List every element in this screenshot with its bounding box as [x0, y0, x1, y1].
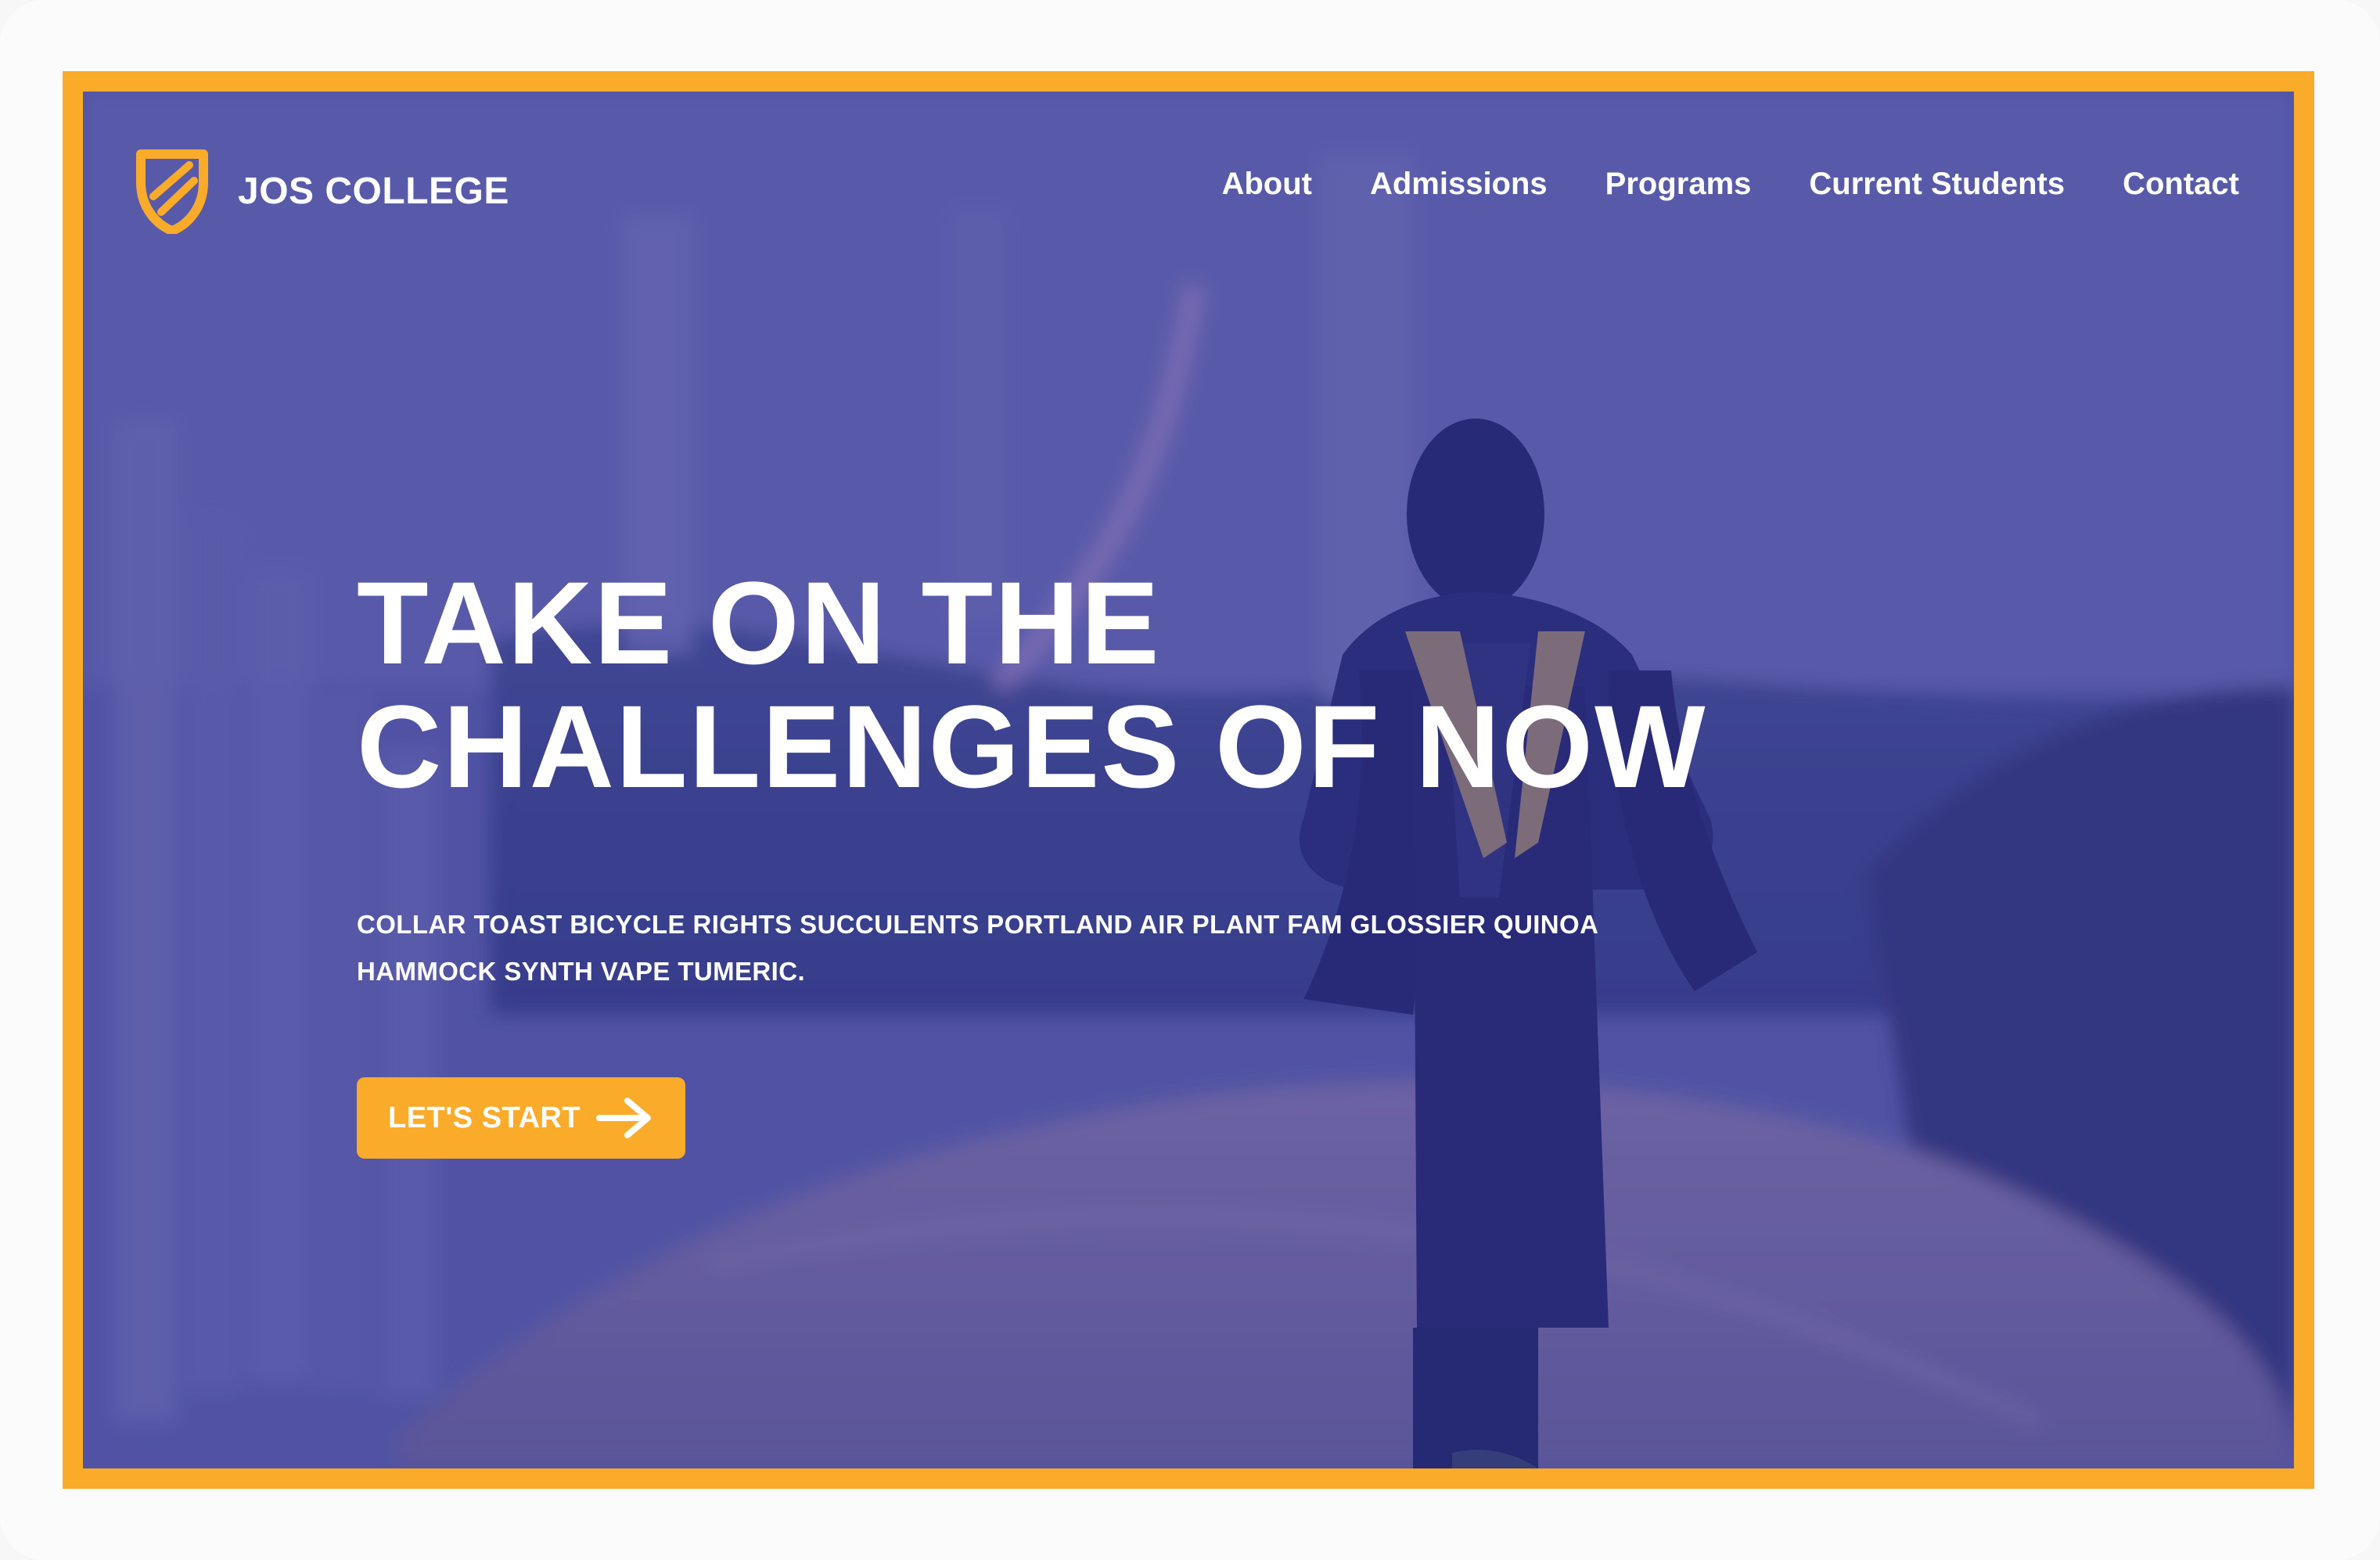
- brand-name: JOS COLLEGE: [238, 170, 509, 212]
- hero-headline: TAKE ON THE CHALLENGES OF NOW: [357, 561, 1843, 808]
- lets-start-button[interactable]: LET'S START: [357, 1077, 685, 1159]
- page-card: JOS COLLEGE About Admissions Programs Cu…: [0, 0, 2380, 1560]
- arrow-right-icon: [596, 1098, 652, 1138]
- hero-section: JOS COLLEGE About Admissions Programs Cu…: [83, 92, 2294, 1468]
- main-nav: About Admissions Programs Current Studen…: [1221, 167, 2239, 202]
- nav-contact[interactable]: Contact: [2123, 167, 2239, 202]
- hero-subheadline: COLLAR TOAST BICYCLE RIGHTS SUCCULENTS P…: [357, 910, 1598, 986]
- hero-frame: JOS COLLEGE About Admissions Programs Cu…: [63, 71, 2314, 1489]
- nav-about[interactable]: About: [1221, 167, 1312, 202]
- nav-admissions[interactable]: Admissions: [1370, 167, 1548, 202]
- hero-headline-line-1: TAKE ON THE: [357, 557, 1161, 688]
- hero-headline-line-2: CHALLENGES OF NOW: [357, 681, 1707, 812]
- lets-start-label: LET'S START: [388, 1101, 581, 1134]
- nav-current-students[interactable]: Current Students: [1809, 167, 2065, 202]
- shield-logo-icon: [136, 149, 208, 234]
- nav-programs[interactable]: Programs: [1605, 167, 1752, 202]
- brand[interactable]: JOS COLLEGE: [135, 148, 509, 234]
- top-navigation-bar: JOS COLLEGE About Admissions Programs Cu…: [83, 92, 2294, 234]
